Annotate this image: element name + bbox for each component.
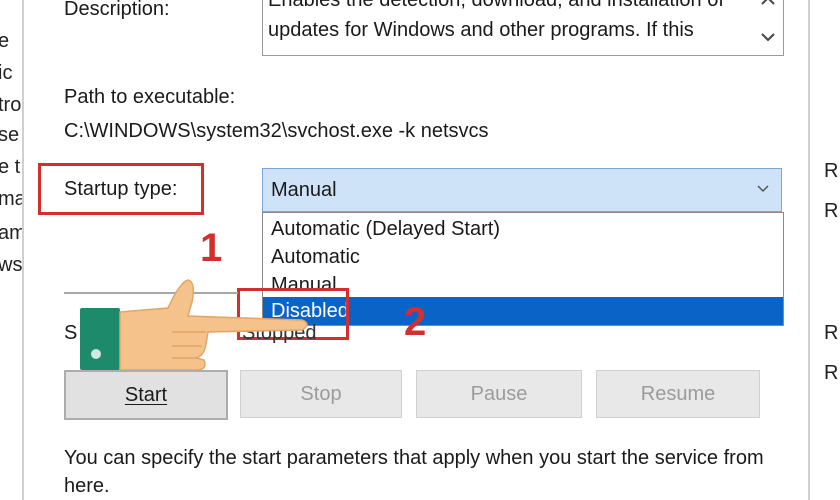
- bg-fragment: R: [824, 322, 839, 344]
- chevron-up-icon[interactable]: [761, 0, 775, 10]
- startup-type-selected: Manual: [271, 179, 337, 201]
- resume-button[interactable]: Resume: [596, 370, 760, 418]
- bg-fragment: am: [0, 222, 22, 244]
- startup-type-label: Startup type:: [64, 178, 178, 200]
- start-parameters-text: You can specify the start parameters tha…: [64, 447, 764, 497]
- annotation-number-1: 1: [200, 226, 223, 270]
- dropdown-option-automatic-delayed[interactable]: Automatic (Delayed Start): [263, 215, 783, 243]
- bg-fragment: R: [824, 362, 839, 384]
- dropdown-option-automatic[interactable]: Automatic: [263, 243, 783, 271]
- description-text: Enables the detection, download, and ins…: [268, 0, 724, 41]
- bg-fragment: R: [824, 200, 839, 222]
- bg-fragment: e: [0, 30, 10, 52]
- start-button[interactable]: Start: [64, 370, 228, 420]
- annotation-number-2: 2: [404, 300, 427, 344]
- pause-button[interactable]: Pause: [416, 370, 582, 418]
- bg-fragment: ic: [0, 62, 13, 84]
- chevron-down-icon[interactable]: [757, 180, 769, 196]
- background-service-list-right: R R R R: [810, 0, 840, 500]
- stop-button[interactable]: Stop: [240, 370, 402, 418]
- bg-fragment: tro: [0, 94, 22, 116]
- background-service-list-left: e ic tro se e t ma am ws: [0, 0, 22, 500]
- bg-fragment: R: [824, 160, 839, 182]
- chevron-down-icon[interactable]: [761, 29, 775, 46]
- bg-fragment: ws: [0, 254, 22, 276]
- service-properties-dialog: Description: Enables the detection, down…: [24, 0, 808, 500]
- pointing-hand-icon: [80, 279, 308, 371]
- path-label: Path to executable:: [64, 86, 236, 108]
- description-textbox[interactable]: Enables the detection, download, and ins…: [262, 0, 784, 56]
- bg-fragment: e t: [0, 156, 21, 178]
- bg-fragment: ma: [0, 188, 22, 210]
- description-label: Description:: [64, 0, 170, 20]
- path-value: C:\WINDOWS\system32\svchost.exe -k netsv…: [64, 120, 489, 142]
- startup-type-combobox[interactable]: Manual: [262, 168, 782, 212]
- description-scrollbar[interactable]: [753, 0, 783, 55]
- bg-fragment: se: [0, 124, 20, 146]
